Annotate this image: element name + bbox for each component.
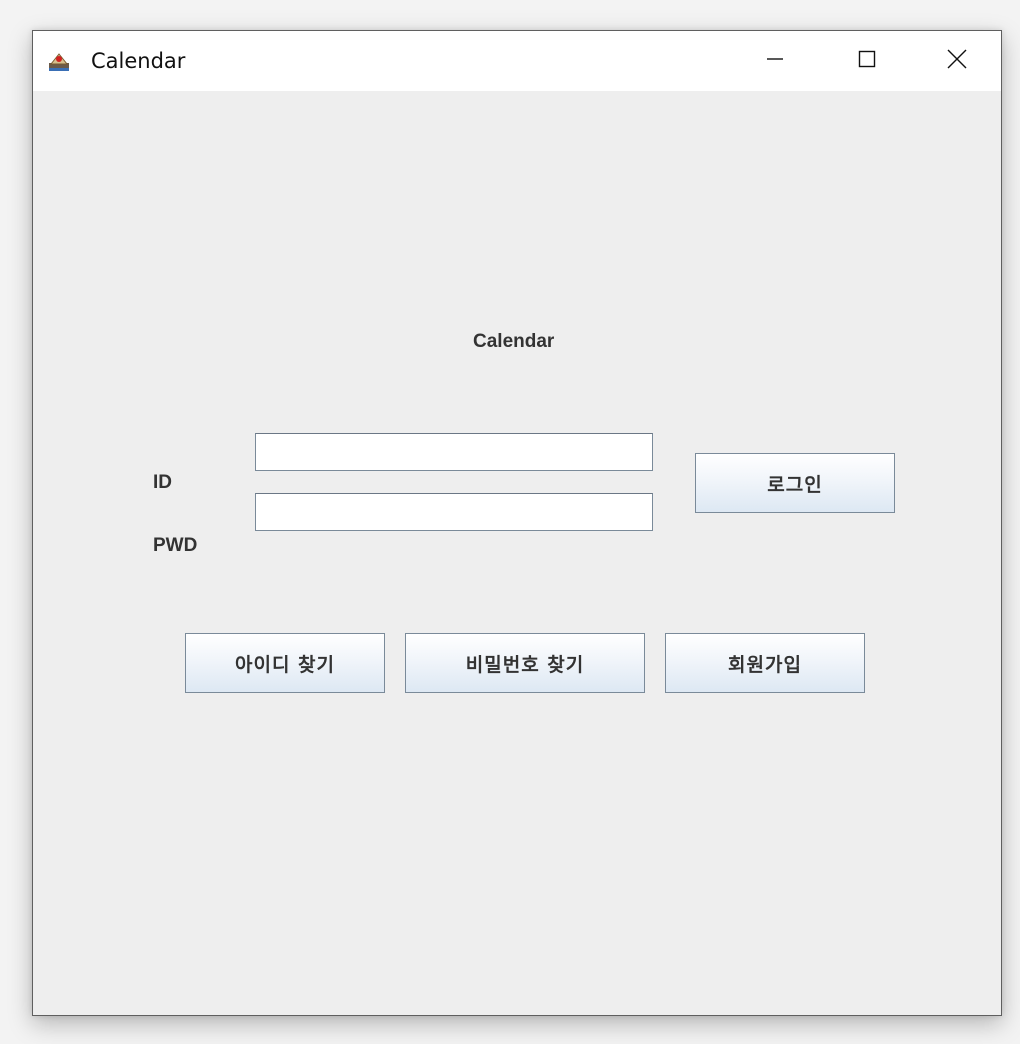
desktop-background: Calendar Calendar ID PWD 로그인 아이디 찾기 비밀번호…: [0, 0, 1020, 1044]
password-input[interactable]: [255, 493, 653, 531]
window-title: Calendar: [91, 49, 186, 73]
minimize-icon: [765, 49, 785, 73]
pwd-label: PWD: [153, 535, 198, 556]
signup-button[interactable]: 회원가입: [665, 633, 865, 693]
calendar-login-window: Calendar Calendar ID PWD 로그인 아이디 찾기 비밀번호…: [32, 30, 1002, 1016]
find-password-button-label: 비밀번호 찾기: [465, 653, 585, 676]
java-app-icon: [49, 51, 69, 71]
login-button-label: 로그인: [767, 473, 823, 496]
signup-button-label: 회원가입: [728, 653, 802, 676]
maximize-icon: [857, 49, 877, 73]
find-id-button-label: 아이디 찾기: [234, 653, 335, 676]
login-button[interactable]: 로그인: [695, 453, 895, 513]
window-titlebar[interactable]: Calendar: [33, 31, 1001, 91]
close-icon: [946, 48, 968, 74]
find-id-button[interactable]: 아이디 찾기: [185, 633, 385, 693]
id-label: ID: [153, 472, 172, 493]
id-input[interactable]: [255, 433, 653, 471]
maximize-button[interactable]: [821, 31, 913, 91]
page-title: Calendar: [473, 331, 555, 352]
close-button[interactable]: [911, 31, 1003, 91]
minimize-button[interactable]: [729, 31, 821, 91]
find-password-button[interactable]: 비밀번호 찾기: [405, 633, 645, 693]
login-panel: Calendar ID PWD 로그인 아이디 찾기 비밀번호 찾기 회원가입: [33, 91, 1001, 1015]
